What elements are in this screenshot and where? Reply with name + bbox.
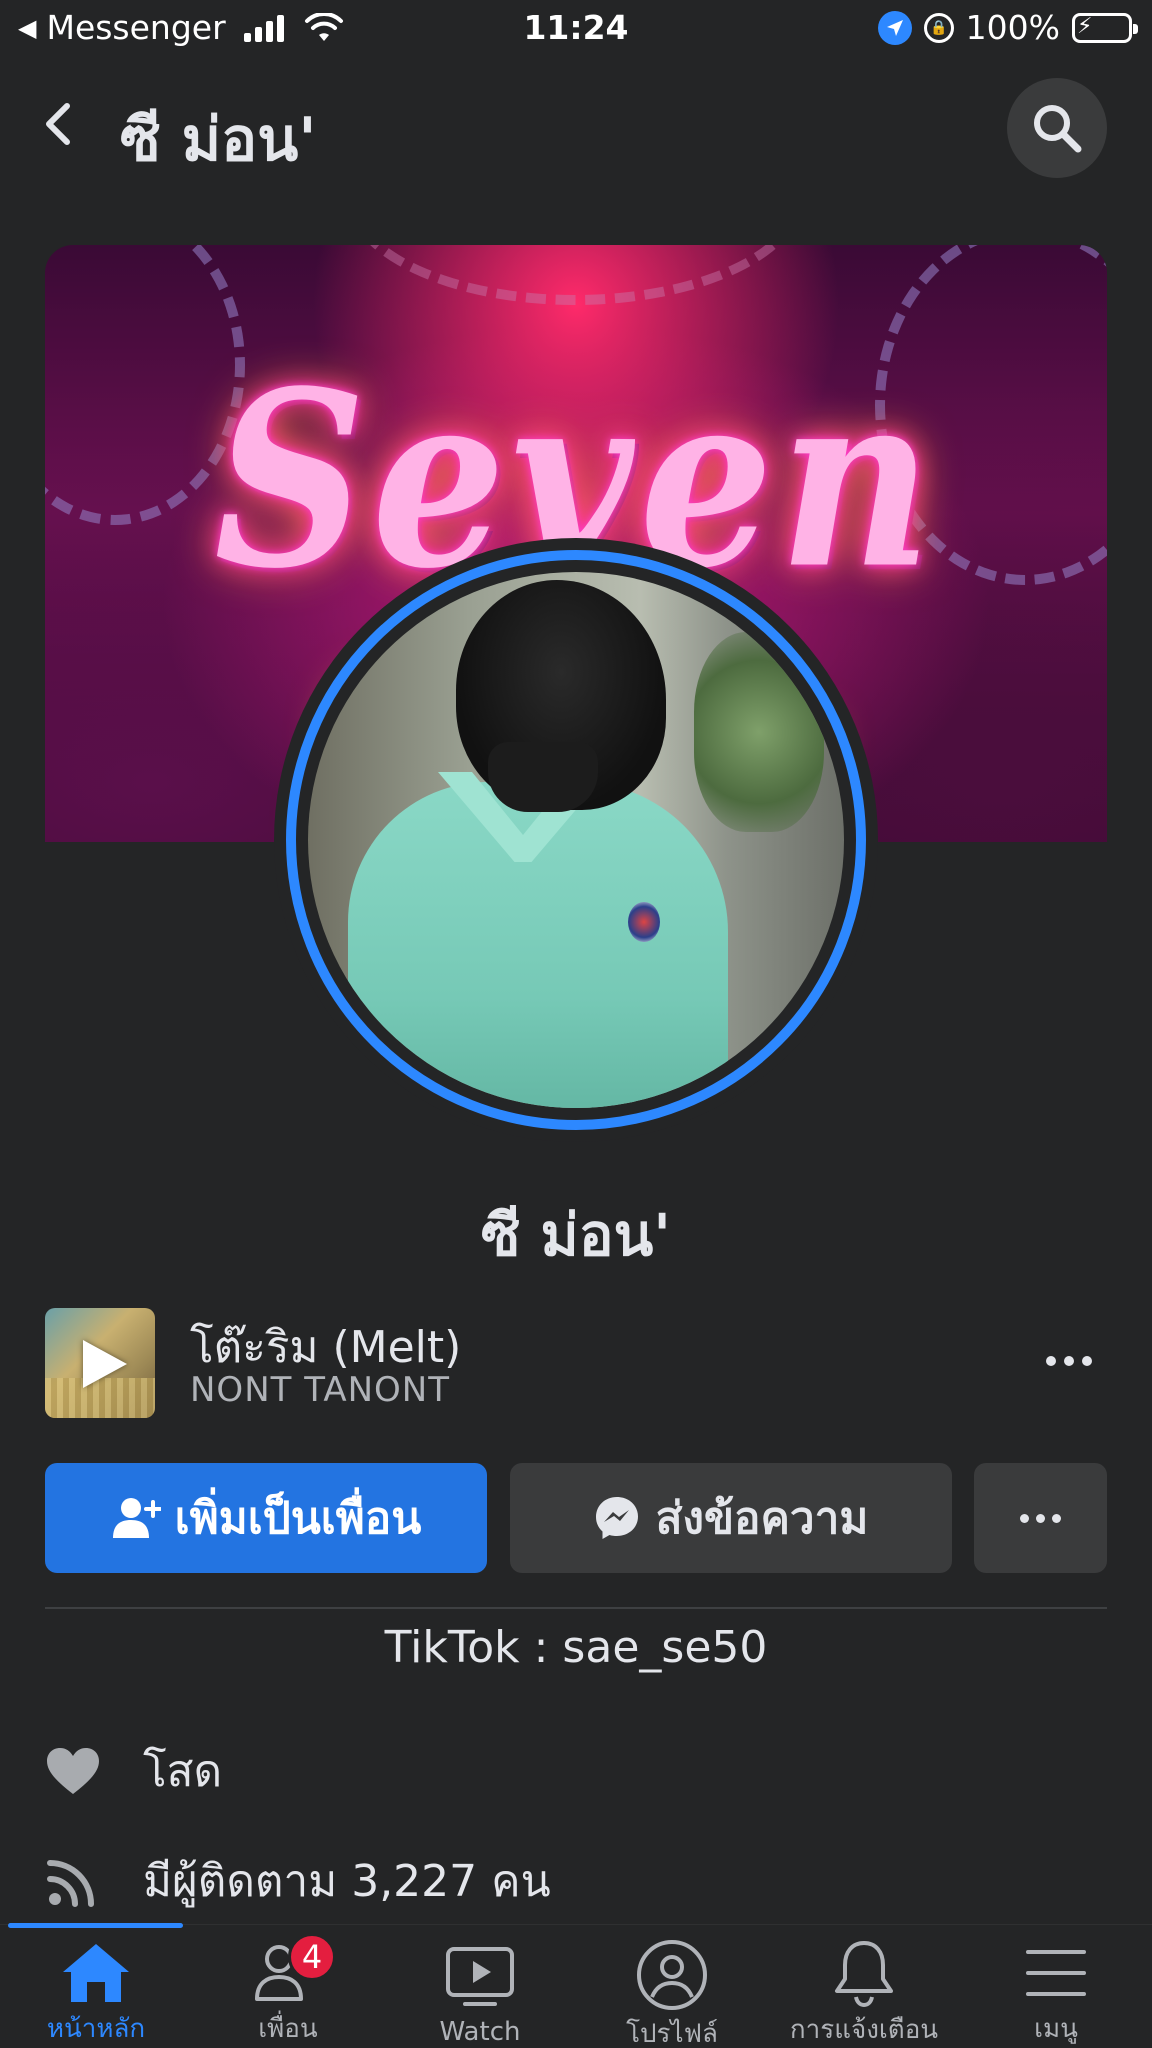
status-bar: ◀ Messenger 11:24 🔒 100% ⚡ xyxy=(0,0,1152,58)
profile-picture[interactable] xyxy=(274,538,878,1142)
search-button[interactable] xyxy=(1007,78,1107,178)
header-title: ซี ม่อน' xyxy=(120,105,317,175)
nav-notifications-label: การแจ้งเตือน xyxy=(789,2015,939,2045)
battery-icon: ⚡ xyxy=(1072,12,1138,43)
nav-friends[interactable]: 4 เพื่อน xyxy=(192,1933,384,2048)
nav-home-label: หน้าหลัก xyxy=(46,2014,146,2044)
send-message-label: ส่งข้อความ xyxy=(655,1493,869,1544)
messenger-icon xyxy=(595,1497,638,1539)
profile-music[interactable]: โต๊ะริม (Melt) NONT TANONT xyxy=(45,1308,1107,1418)
add-friend-button[interactable]: เพิ่มเป็นเพื่อน xyxy=(45,1463,487,1573)
back-button[interactable] xyxy=(34,100,82,148)
more-dots-icon xyxy=(1020,1513,1029,1523)
rss-feed-icon xyxy=(45,1853,101,1909)
nav-friends-label: เพื่อน xyxy=(258,2014,318,2044)
friends-badge: 4 xyxy=(288,1933,336,1981)
nav-profile[interactable]: โปรไฟล์ xyxy=(576,1939,768,2048)
home-icon xyxy=(56,1939,136,2006)
music-artist: NONT TANONT xyxy=(190,1370,450,1410)
location-arrow-icon xyxy=(877,10,912,45)
divider xyxy=(45,1607,1107,1609)
active-tab-indicator xyxy=(8,1923,183,1928)
nav-watch-label: Watch xyxy=(439,2017,521,2047)
followers-count[interactable]: มีผู้ติดตาม 3,227 คน xyxy=(45,1846,1107,1916)
heart-icon xyxy=(45,1743,101,1799)
nav-profile-label: โปรไฟล์ xyxy=(626,2019,718,2048)
more-options-button[interactable] xyxy=(974,1463,1107,1573)
watch-icon xyxy=(440,1939,520,2015)
music-more-button[interactable] xyxy=(1039,1336,1099,1386)
friends-icon: 4 xyxy=(248,1933,336,2006)
play-icon xyxy=(83,1340,127,1388)
music-thumbnail[interactable] xyxy=(45,1308,155,1418)
add-friend-icon xyxy=(112,1498,161,1538)
add-friend-label: เพิ่มเป็นเพื่อน xyxy=(174,1493,422,1544)
profile-actions: เพิ่มเป็นเพื่อน ส่งข้อความ xyxy=(45,1463,1107,1573)
nav-watch[interactable]: Watch xyxy=(384,1939,576,2048)
nav-menu-label: เมนู xyxy=(1034,2014,1078,2044)
nav-notifications[interactable]: การแจ้งเตือน xyxy=(768,1939,960,2048)
bottom-navigation: หน้าหลัก 4 เพื่อน Watch โปรไฟล์ การแจ้งเ… xyxy=(0,1923,1152,2048)
profile-header: ซี ม่อน' xyxy=(0,60,1152,190)
avatar-image xyxy=(308,572,844,1108)
battery-percentage: 100% xyxy=(965,8,1060,47)
nav-home[interactable]: หน้าหลัก xyxy=(0,1939,192,2048)
profile-bio: TikTok : sae_se50 xyxy=(384,1622,768,1673)
profile-name: ซี ม่อน' xyxy=(480,1201,672,1269)
chevron-left-icon xyxy=(46,103,70,145)
more-dots-icon xyxy=(1046,1356,1056,1366)
orientation-lock-icon: 🔒 xyxy=(923,12,954,43)
search-icon xyxy=(1034,105,1082,153)
menu-icon xyxy=(1016,1939,1096,2006)
send-message-button[interactable]: ส่งข้อความ xyxy=(510,1463,952,1573)
relationship-status: โสด xyxy=(45,1736,1107,1806)
nav-menu[interactable]: เมนู xyxy=(960,1939,1152,2048)
relationship-text: โสด xyxy=(143,1746,223,1797)
bell-icon xyxy=(824,1939,904,2007)
followers-text: มีผู้ติดตาม 3,227 คน xyxy=(143,1856,551,1907)
profile-icon xyxy=(632,1939,712,2011)
